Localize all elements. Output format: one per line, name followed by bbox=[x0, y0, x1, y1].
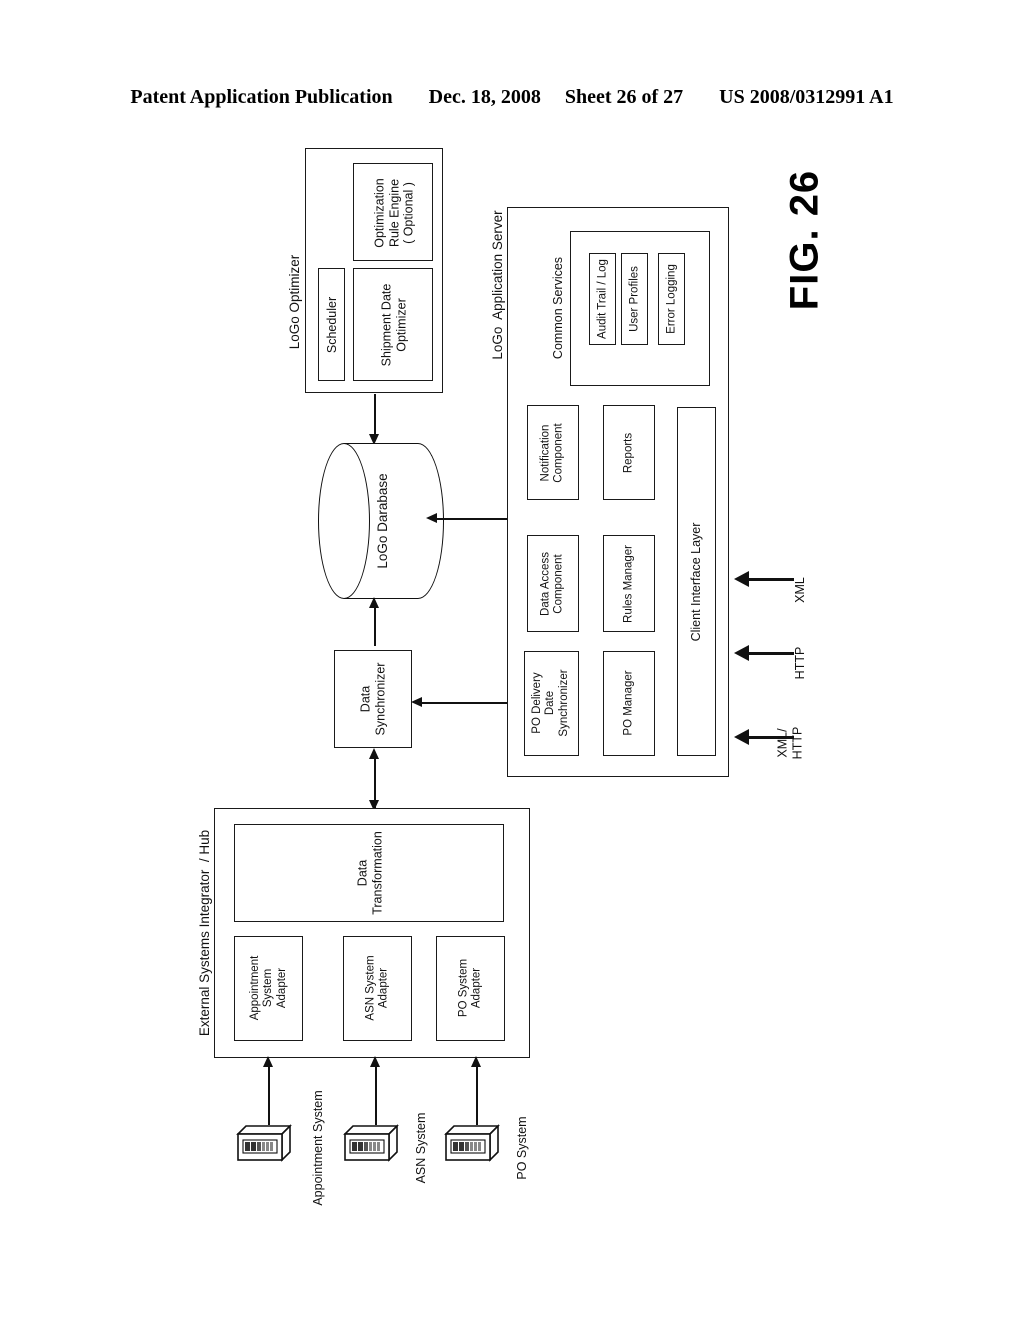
xml-arrowhead bbox=[734, 571, 749, 587]
appointment-system-adapter-label: Appointment System Adapter bbox=[249, 955, 288, 1021]
xml-http-arrowhead bbox=[734, 729, 749, 745]
logo-database bbox=[318, 443, 444, 599]
appserver-to-database-arrowhead bbox=[426, 513, 437, 523]
audit-trail-log-label: Audit Trail / Log bbox=[596, 259, 609, 339]
po-system-adapter-label: PO System Adapter bbox=[457, 958, 483, 1018]
asn-system-label: ASN System bbox=[413, 1112, 428, 1184]
optimizer-to-database-line bbox=[374, 394, 376, 436]
xml-http-label: XML/ HTTP bbox=[775, 726, 805, 760]
patent-page: Patent Application Publication Dec. 18, … bbox=[0, 0, 1024, 1320]
logo-database-label: LoGo Darabase bbox=[375, 473, 391, 569]
reports-label: Reports bbox=[622, 432, 635, 474]
asn-system-server-icon bbox=[337, 1120, 399, 1166]
http-arrow-line bbox=[748, 652, 794, 656]
po-system-server-icon bbox=[438, 1120, 500, 1166]
appointment-system-label: Appointment System bbox=[310, 1090, 325, 1206]
http-label: HTTP bbox=[792, 646, 807, 680]
asn-system-line bbox=[375, 1063, 377, 1125]
shipment-date-optimizer-label: Shipment Date Optimizer bbox=[379, 283, 409, 367]
logo-optimizer-title: LoGo Optimizer bbox=[287, 254, 303, 350]
po-system-arrowhead bbox=[471, 1056, 481, 1067]
po-delivery-date-synchronizer-label: PO Delivery Date Synchronizer bbox=[531, 669, 570, 737]
page-header: Patent Application Publication Dec. 18, … bbox=[0, 86, 1024, 109]
data-synchronizer-label: Data Synchronizer bbox=[358, 662, 388, 736]
appserver-to-database-line bbox=[435, 518, 515, 520]
user-profiles-label: User Profiles bbox=[628, 266, 641, 332]
xml-arrow-line bbox=[748, 578, 794, 582]
header-sheet: Sheet 26 of 27 bbox=[564, 86, 684, 108]
appserver-to-datasync-arrowhead bbox=[411, 697, 422, 707]
header-publication: Patent Application Publication bbox=[130, 86, 393, 108]
app-server-title: LoGo Application Server bbox=[490, 210, 506, 360]
notification-component-label: Notification Component bbox=[539, 423, 565, 483]
appointment-system-server-icon bbox=[230, 1120, 292, 1166]
database-cylinder-cap-left bbox=[318, 443, 370, 599]
client-interface-layer-label: Client Interface Layer bbox=[688, 522, 703, 642]
integrator-hub-title: External Systems Integrator / Hub bbox=[197, 829, 213, 1037]
figure-label: FIG. 26 bbox=[782, 169, 827, 311]
appointment-system-arrowhead bbox=[263, 1056, 273, 1067]
common-services-title: Common Services bbox=[550, 256, 565, 360]
data-transformation-label: Data Transformation bbox=[355, 831, 385, 915]
po-system-label: PO System bbox=[514, 1116, 529, 1180]
http-arrowhead bbox=[734, 645, 749, 661]
po-system-line bbox=[476, 1063, 478, 1125]
header-date: Dec. 18, 2008 bbox=[428, 86, 541, 108]
data-access-component-label: Data Access Component bbox=[539, 552, 565, 616]
datasync-to-hub-arrowhead-up bbox=[369, 748, 379, 759]
datasync-to-database-arrowhead bbox=[369, 597, 379, 608]
scheduler-label: Scheduler bbox=[324, 296, 339, 354]
error-logging-label: Error Logging bbox=[665, 264, 678, 334]
po-manager-label: PO Manager bbox=[622, 670, 635, 736]
datasync-to-database-line bbox=[374, 604, 376, 646]
xml-label: XML bbox=[792, 577, 807, 603]
header-patent-number: US 2008/0312991 A1 bbox=[719, 86, 894, 108]
appointment-system-line bbox=[268, 1063, 270, 1125]
optimization-rule-engine-label: Optimization Rule Engine ( Optional ) bbox=[372, 178, 416, 248]
asn-system-adapter-label: ASN System Adapter bbox=[364, 955, 390, 1021]
appserver-to-datasync-line bbox=[420, 702, 515, 704]
rules-manager-label: Rules Manager bbox=[622, 545, 635, 623]
asn-system-arrowhead bbox=[370, 1056, 380, 1067]
